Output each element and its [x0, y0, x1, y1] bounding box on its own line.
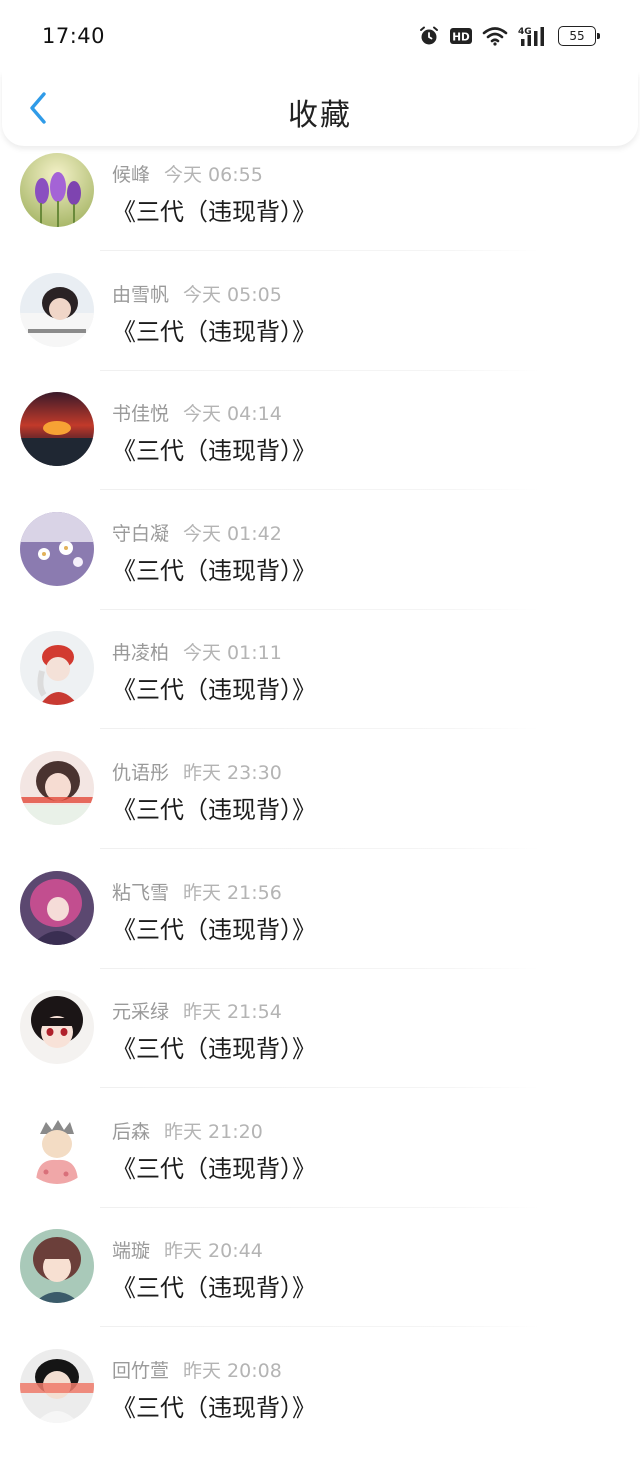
avatar	[20, 631, 94, 706]
wifi-icon	[482, 26, 508, 46]
divider	[100, 250, 540, 251]
divider	[100, 967, 540, 969]
avatar	[20, 392, 94, 467]
list-item[interactable]: 端璇 昨天 20:44 《三代（违现背）》	[0, 1226, 640, 1346]
item-meta: 冉凌柏 今天 01:11	[112, 638, 282, 665]
avatar	[20, 153, 94, 227]
divider	[100, 608, 540, 610]
item-meta: 书佳悦 今天 04:14	[112, 399, 282, 426]
svg-text:HD: HD	[452, 32, 470, 44]
list-item[interactable]: 冉凌柏 今天 01:11 《三代（违现背）》	[0, 628, 640, 748]
avatar	[20, 990, 94, 1065]
list-item[interactable]: 守白凝 今天 01:42 《三代（违现背）》	[0, 509, 640, 629]
list-item[interactable]: 仇语彤 昨天 23:30 《三代（违现背）》	[0, 748, 640, 868]
avatar	[20, 1109, 94, 1184]
avatar	[20, 272, 94, 347]
list-item[interactable]: 回竹萱 昨天 20:08 《三代（违现背）》	[0, 1346, 640, 1466]
item-meta: 后森 昨天 21:20	[112, 1117, 263, 1144]
item-meta: 元采绿 昨天 21:54	[112, 997, 282, 1024]
avatar	[20, 1229, 94, 1304]
item-title: 《三代（违现背）》	[112, 317, 316, 346]
list-item[interactable]: 书佳悦 今天 04:14 《三代（违现背）》	[0, 389, 640, 509]
timestamp: 昨天 21:20	[164, 1120, 263, 1143]
item-title: 《三代（违现背）》	[112, 795, 316, 824]
battery-level: 55	[569, 29, 585, 43]
timestamp: 今天 04:14	[183, 403, 282, 426]
avatar	[20, 1348, 94, 1423]
status-time: 17:40	[42, 24, 106, 48]
avatar	[20, 511, 94, 586]
list-item[interactable]: 后森 昨天 21:20 《三代（违现背）》	[0, 1107, 640, 1227]
list-item[interactable]: 粘飞雪 昨天 21:56 《三代（违现背）》	[0, 868, 640, 988]
divider	[100, 369, 540, 371]
item-title: 《三代（违现背）》	[112, 437, 316, 466]
alarm-icon	[418, 25, 440, 47]
user-name: 粘飞雪	[112, 881, 170, 904]
user-name: 由雪帆	[112, 283, 170, 306]
divider	[100, 847, 540, 849]
signal-4g-icon: 4G	[518, 25, 548, 47]
item-title: 《三代（违现背）》	[112, 676, 316, 705]
item-meta: 端璇 昨天 20:44	[112, 1236, 263, 1263]
item-title: 《三代（违现背）》	[112, 198, 316, 226]
favorites-list: 候峰 今天 06:55 《三代（违现背）》 由雪帆 今天 05:05 《三代（违现背…	[0, 150, 640, 1466]
avatar	[20, 870, 94, 945]
list-item[interactable]: 候峰 今天 06:55 《三代（违现背）》	[0, 150, 640, 270]
item-meta: 由雪帆 今天 05:05	[112, 280, 282, 307]
list-item[interactable]: 元采绿 昨天 21:54 《三代（违现背）》	[0, 987, 640, 1107]
user-name: 候峰	[112, 164, 151, 186]
item-title: 《三代（违现背）》	[112, 1274, 316, 1303]
timestamp: 今天 06:55	[164, 164, 263, 186]
divider	[100, 489, 540, 491]
divider	[100, 728, 540, 730]
timestamp: 昨天 20:44	[164, 1240, 263, 1263]
item-title: 《三代（违现背）》	[112, 556, 316, 585]
timestamp: 昨天 20:08	[183, 1359, 282, 1382]
timestamp: 昨天 23:30	[183, 761, 282, 784]
timestamp: 今天 05:05	[183, 283, 282, 306]
item-title: 《三代（违现背）》	[112, 1035, 316, 1064]
timestamp: 今天 01:11	[183, 642, 282, 665]
item-title: 《三代（违现背）》	[112, 1154, 316, 1183]
user-name: 端璇	[112, 1240, 151, 1263]
status-bar: 17:40 HD 4G 55	[0, 0, 640, 72]
user-name: 回竹萱	[112, 1359, 170, 1382]
divider	[100, 1087, 540, 1089]
divider	[100, 1326, 540, 1328]
user-name: 后森	[112, 1120, 151, 1143]
item-meta: 候峰 今天 06:55	[112, 160, 263, 187]
avatar	[20, 750, 94, 825]
timestamp: 昨天 21:54	[183, 1001, 282, 1024]
list-item[interactable]: 由雪帆 今天 05:05 《三代（违现背）》	[0, 270, 640, 390]
user-name: 仇语彤	[112, 761, 170, 784]
page-title: 收藏	[288, 98, 352, 133]
timestamp: 今天 01:42	[183, 522, 282, 545]
item-meta: 粘飞雪 昨天 21:56	[112, 878, 282, 905]
timestamp: 昨天 21:56	[183, 881, 282, 904]
user-name: 守白凝	[112, 522, 170, 545]
item-title: 《三代（违现背）》	[112, 915, 316, 944]
item-title: 《三代（违现背）》	[112, 1393, 316, 1422]
battery-icon: 55	[558, 26, 600, 46]
item-meta: 回竹萱 昨天 20:08	[112, 1356, 282, 1383]
divider	[100, 1206, 540, 1208]
item-meta: 仇语彤 昨天 23:30	[112, 758, 282, 785]
item-meta: 守白凝 今天 01:42	[112, 519, 282, 546]
user-name: 元采绿	[112, 1001, 170, 1024]
user-name: 书佳悦	[112, 403, 170, 426]
user-name: 冉凌柏	[112, 642, 170, 665]
hd-icon: HD	[450, 27, 472, 45]
app-header: 收藏	[2, 72, 638, 146]
status-icons: HD 4G 55	[418, 22, 600, 50]
